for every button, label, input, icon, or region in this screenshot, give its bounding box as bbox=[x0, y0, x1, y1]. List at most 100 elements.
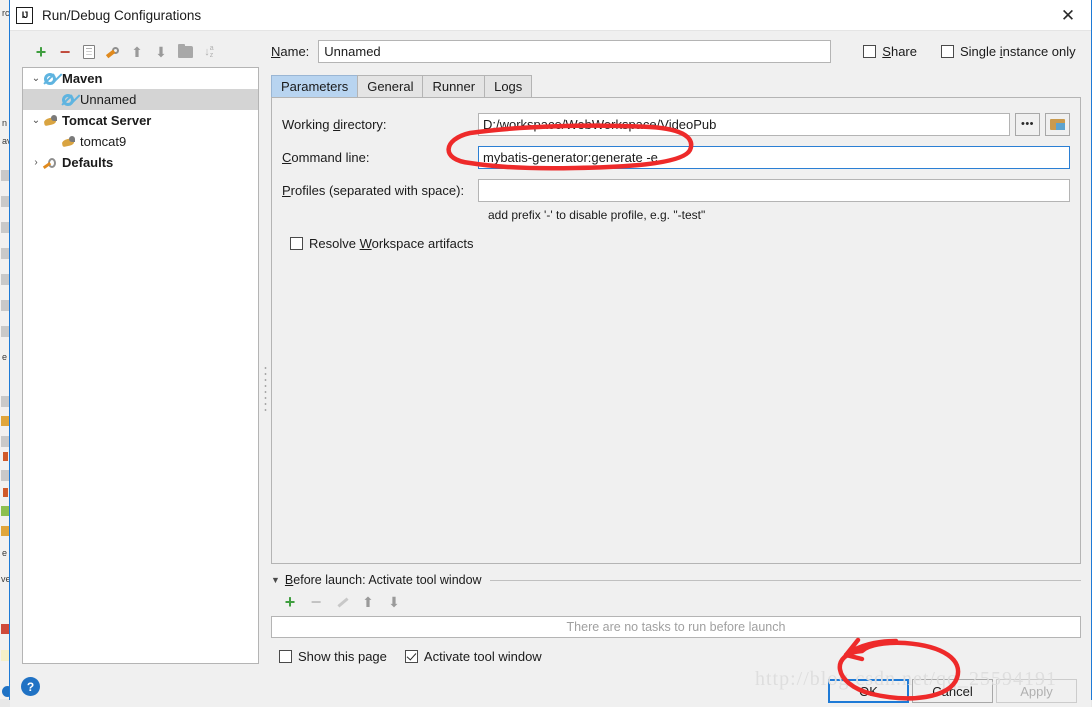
intellij-idea-icon: IJ bbox=[16, 6, 33, 24]
name-input[interactable] bbox=[318, 39, 832, 63]
minus-icon: − bbox=[59, 42, 71, 62]
folder-icon bbox=[177, 44, 193, 58]
tree-item-maven[interactable]: ⌄ Maven bbox=[23, 68, 258, 89]
move-up-button[interactable]: ⬆ bbox=[126, 41, 148, 63]
tab-logs[interactable]: Logs bbox=[484, 75, 533, 97]
tab-runner[interactable]: Runner bbox=[422, 75, 486, 97]
help-icon[interactable]: ? bbox=[21, 677, 40, 696]
activate-tool-window-checkbox[interactable]: Activate tool window bbox=[404, 649, 542, 664]
top-checkbox-group: Share Single instance only bbox=[863, 44, 1076, 59]
tree-item-unnamed[interactable]: Unnamed bbox=[23, 89, 258, 110]
copy-icon bbox=[83, 45, 95, 59]
chevron-down-icon[interactable]: ⌄ bbox=[29, 73, 43, 84]
chevron-down-icon[interactable]: ⌄ bbox=[29, 115, 43, 126]
apply-button: Apply bbox=[996, 679, 1077, 703]
edit-task-button bbox=[331, 591, 353, 613]
chevron-right-icon[interactable]: › bbox=[29, 157, 43, 168]
arrow-up-icon: ⬆ bbox=[362, 594, 374, 610]
share-checkbox-label: Share bbox=[882, 43, 917, 59]
command-line-input[interactable] bbox=[478, 145, 1070, 169]
tree-item-label: Unnamed bbox=[80, 92, 137, 107]
plus-icon: + bbox=[284, 592, 296, 612]
checkbox-box bbox=[863, 44, 877, 58]
new-folder-button[interactable] bbox=[174, 41, 196, 63]
configurations-tree[interactable]: ⌄ Maven Unnamed ⌄ Tomcat Server tomcat9 … bbox=[22, 67, 259, 664]
maven-gear-icon bbox=[61, 93, 75, 107]
working-directory-module-folder-button[interactable] bbox=[1045, 112, 1070, 136]
remove-configuration-button[interactable]: − bbox=[54, 41, 76, 63]
add-configuration-button[interactable]: + bbox=[30, 41, 52, 63]
tree-item-label: Tomcat Server bbox=[62, 113, 152, 128]
pane-splitter[interactable] bbox=[259, 31, 271, 664]
triangle-down-icon[interactable]: ▼ bbox=[271, 575, 280, 585]
tomcat-cat-icon bbox=[61, 135, 76, 149]
move-down-button[interactable]: ⬇ bbox=[150, 41, 172, 63]
before-launch-tasks-list[interactable]: There are no tasks to run before launch bbox=[271, 616, 1081, 638]
tab-general[interactable]: General bbox=[357, 75, 424, 97]
bg-text-4: e bbox=[2, 352, 8, 362]
bg-block-11 bbox=[3, 452, 8, 461]
show-this-page-label: Show this page bbox=[298, 649, 387, 664]
ok-button[interactable]: OK bbox=[828, 679, 909, 703]
checkbox-box bbox=[279, 650, 292, 663]
tree-item-tomcat9[interactable]: tomcat9 bbox=[23, 131, 258, 152]
working-directory-input[interactable] bbox=[478, 112, 1010, 136]
wrench-icon bbox=[106, 45, 121, 59]
checkbox-box bbox=[941, 44, 954, 58]
add-task-button[interactable]: + bbox=[279, 591, 301, 613]
dialog-titlebar: IJ Run/Debug Configurations ✕ bbox=[10, 0, 1091, 31]
share-checkbox[interactable]: Share bbox=[863, 44, 917, 59]
tomcat-cat-icon bbox=[43, 114, 58, 128]
working-directory-row: Working directory: ••• bbox=[282, 112, 1070, 136]
working-directory-browse-button[interactable]: ••• bbox=[1015, 112, 1040, 136]
tree-toolbar: + − ⬆ ⬇ ↓ a z bbox=[22, 39, 259, 65]
cancel-button[interactable]: Cancel bbox=[912, 679, 993, 703]
before-launch-section: ▼ Before launch: Activate tool window + … bbox=[271, 573, 1081, 664]
configuration-tabs: Parameters General Runner Logs bbox=[271, 74, 1081, 97]
before-launch-title: Before launch: Activate tool window bbox=[284, 573, 482, 587]
tab-parameters[interactable]: Parameters bbox=[271, 75, 359, 97]
before-launch-toolbar: + − ⬆ ⬇ bbox=[271, 589, 1081, 615]
tree-item-label: Maven bbox=[62, 71, 103, 86]
task-move-down-button: ⬇ bbox=[383, 591, 405, 613]
tree-item-defaults[interactable]: › Defaults bbox=[23, 152, 258, 173]
profiles-input[interactable] bbox=[478, 178, 1070, 202]
profiles-row: Profiles (separated with space): bbox=[282, 178, 1070, 202]
dialog-footer: ? OK Cancel Apply bbox=[10, 664, 1091, 707]
parameters-tab-panel: Working directory: ••• Command line: bbox=[271, 97, 1081, 564]
working-directory-label: Working directory: bbox=[282, 116, 387, 132]
dialog-button-row: OK Cancel Apply bbox=[828, 679, 1077, 703]
tree-item-label: Defaults bbox=[62, 155, 114, 170]
before-launch-header[interactable]: ▼ Before launch: Activate tool window bbox=[271, 573, 1081, 587]
close-icon[interactable]: ✕ bbox=[1045, 0, 1091, 31]
sort-button[interactable]: ↓ a z bbox=[198, 41, 220, 63]
arrow-up-icon: ⬆ bbox=[131, 44, 143, 60]
single-instance-only-checkbox[interactable]: Single instance only bbox=[941, 44, 1076, 59]
splitter-grip bbox=[263, 364, 267, 411]
remove-task-button: − bbox=[305, 591, 327, 613]
arrow-down-icon: ⬇ bbox=[388, 594, 400, 610]
bottom-checkbox-group: Show this page Activate tool window bbox=[271, 649, 1081, 664]
checkbox-box bbox=[290, 237, 303, 250]
command-line-label: Command line: bbox=[282, 149, 370, 165]
resolve-workspace-artifacts-checkbox[interactable]: Resolve Workspace artifacts bbox=[290, 236, 474, 251]
command-line-row: Command line: bbox=[282, 145, 1070, 169]
configuration-editor-pane: Name: Share Single instance only bbox=[271, 31, 1091, 664]
minus-icon: − bbox=[310, 592, 322, 612]
profiles-label: Profiles (separated with space): bbox=[282, 182, 465, 198]
tree-item-tomcat-server[interactable]: ⌄ Tomcat Server bbox=[23, 110, 258, 131]
tree-item-label: tomcat9 bbox=[80, 134, 127, 149]
name-row: Name: Share Single instance only bbox=[271, 39, 1081, 63]
empty-tasks-text: There are no tasks to run before launch bbox=[566, 620, 786, 634]
activate-tool-window-label: Activate tool window bbox=[423, 649, 542, 664]
dialog-body: + − ⬆ ⬇ ↓ a z ⌄ Maven Unnamed ⌄ Tomcat S… bbox=[10, 31, 1091, 664]
arrow-down-icon: ⬇ bbox=[155, 44, 167, 60]
bg-block-13 bbox=[3, 488, 8, 497]
copy-configuration-button[interactable] bbox=[78, 41, 100, 63]
sort-icon: ↓ a z bbox=[204, 45, 214, 59]
defaults-wrench-icon bbox=[43, 156, 57, 170]
edit-templates-button[interactable] bbox=[102, 41, 124, 63]
show-this-page-checkbox[interactable]: Show this page bbox=[279, 649, 387, 664]
resolve-workspace-row: Resolve Workspace artifacts bbox=[290, 236, 1070, 251]
checkbox-box bbox=[404, 650, 418, 663]
